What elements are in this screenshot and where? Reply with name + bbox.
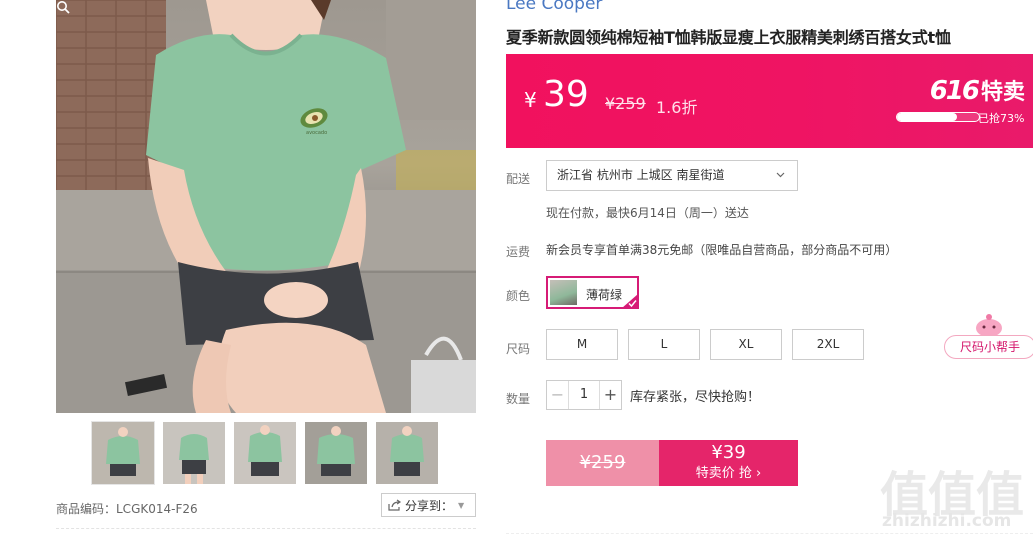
quantity-decrease-button[interactable]: − [547,381,569,409]
thumbnail-1[interactable] [91,421,155,485]
size-helper-label: 尺码小帮手 [944,335,1033,359]
watermark: 值 值 值 zhizhizhi.com [880,455,1030,535]
promo-number: 616 [929,76,980,106]
shipping-text: 新会员专享首单满38元免邮（限唯品自营商品，部分商品不可用） [546,243,898,257]
divider [56,528,476,529]
quantity-label: 数量 [506,392,531,406]
sold-progress-text: 已抢73% [978,112,1025,125]
quantity-stepper: − 1 + [546,380,622,410]
buy-action-label: 特卖价 抢 › [695,466,762,481]
size-option-xl[interactable]: XL [710,329,782,360]
address-select[interactable]: 浙江省 杭州市 上城区 南星街道 [546,160,798,191]
svg-text:avocado: avocado [306,130,327,136]
thumbnail-image [376,422,438,484]
thumbnail-4[interactable] [305,422,367,484]
quantity-increase-button[interactable]: + [599,381,621,409]
size-option-l[interactable]: L [628,329,700,360]
product-page: avocado 商品编码：LCGK014-F26 分享到： ▼ Lee Coop… [0,0,1033,542]
zoom-icon[interactable] [56,0,70,14]
share-label: 分享到： [405,498,454,513]
promo-label: 特卖 [980,80,1025,105]
buy-price: ¥39 [711,442,746,463]
price-banner: ¥ 39 ¥259 1.6折 616 特卖 已抢73% [506,54,1033,148]
size-helper-widget[interactable]: 尺码小帮手 [944,313,1033,361]
promo-logo: 616 特卖 [930,74,1025,106]
thumbnail-5[interactable] [376,422,438,484]
check-icon [623,294,637,307]
color-swatch [550,280,577,305]
shipping-label: 运费 [506,245,531,259]
thumbnail-strip [91,421,442,485]
size-option-2xl[interactable]: 2XL [792,329,864,360]
main-product-image[interactable]: avocado [56,0,476,413]
product-photo: avocado [56,0,476,413]
original-price: ¥259 [605,94,646,113]
thumbnail-2[interactable] [163,422,225,484]
sold-progress-fill [897,113,957,121]
stock-warning: 库存紧张，尽快抢购！ [630,390,761,405]
buy-now-button[interactable]: ¥39 特卖价 抢 › [659,440,798,486]
color-option-label: 薄荷绿 [586,288,623,302]
share-icon [388,499,402,511]
delivery-note: 现在付款，最快6月14日（周一）送达 [546,206,749,220]
share-button[interactable]: 分享到： ▼ [381,493,476,517]
delivery-label: 配送 [506,172,531,186]
product-title: 夏季新款圆领纯棉短袖T恤韩版显瘦上衣服精美刺绣百搭女式t恤 [506,28,951,47]
product-code: 商品编码：LCGK014-F26 [56,502,198,516]
discount-rate: 1.6折 [656,98,698,117]
mascot-icon [976,314,1002,337]
chevron-down-icon [776,172,785,178]
caret-down-icon: ▼ [458,500,465,510]
buy-original-price: ¥259 [546,440,659,486]
buy-button[interactable]: ¥259 ¥39 特卖价 抢 › [546,440,798,486]
color-option-mint-green[interactable]: 薄荷绿 [546,276,639,309]
quantity-value[interactable]: 1 [569,381,599,409]
sold-progress-bar [896,112,980,122]
size-option-m[interactable]: M [546,329,618,360]
address-value: 浙江省 杭州市 上城区 南星街道 [557,168,725,182]
color-label: 颜色 [506,289,531,303]
thumbnail-3[interactable] [234,422,296,484]
current-price: 39 [543,74,589,115]
size-label: 尺码 [506,342,531,356]
thumbnail-image [92,422,154,484]
watermark-domain: zhizhizhi.com [882,511,1012,531]
thumbnail-image [234,422,296,484]
currency-symbol: ¥ [524,88,537,112]
brand-link[interactable]: Lee Cooper [506,0,602,14]
thumbnail-image [163,422,225,484]
thumbnail-image [305,422,367,484]
